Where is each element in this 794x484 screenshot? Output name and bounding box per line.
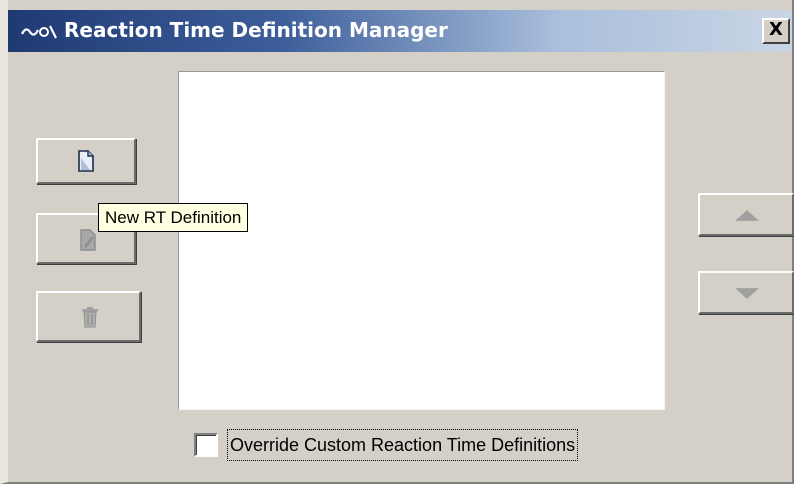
move-up-button[interactable]	[698, 193, 794, 236]
reaction-time-manager-window: Reaction Time Definition Manager X New R…	[0, 0, 794, 484]
arrow-down-icon	[735, 288, 759, 299]
trash-icon	[82, 307, 98, 328]
delete-definition-button[interactable]	[36, 291, 141, 342]
new-document-icon	[78, 150, 94, 172]
window-title: Reaction Time Definition Manager	[64, 18, 448, 42]
arrow-up-icon	[735, 210, 759, 221]
move-down-button[interactable]	[698, 271, 794, 314]
definitions-list[interactable]	[178, 71, 665, 410]
title-bar[interactable]: Reaction Time Definition Manager X	[8, 10, 792, 52]
close-button[interactable]: X	[762, 18, 790, 44]
new-definition-button[interactable]	[36, 138, 136, 184]
override-checkbox[interactable]	[194, 433, 218, 457]
wave-signal-icon	[21, 25, 57, 39]
edit-document-icon	[80, 229, 96, 251]
override-checkbox-label[interactable]: Override Custom Reaction Time Definition…	[227, 429, 579, 461]
new-definition-tooltip: New RT Definition	[98, 203, 249, 232]
